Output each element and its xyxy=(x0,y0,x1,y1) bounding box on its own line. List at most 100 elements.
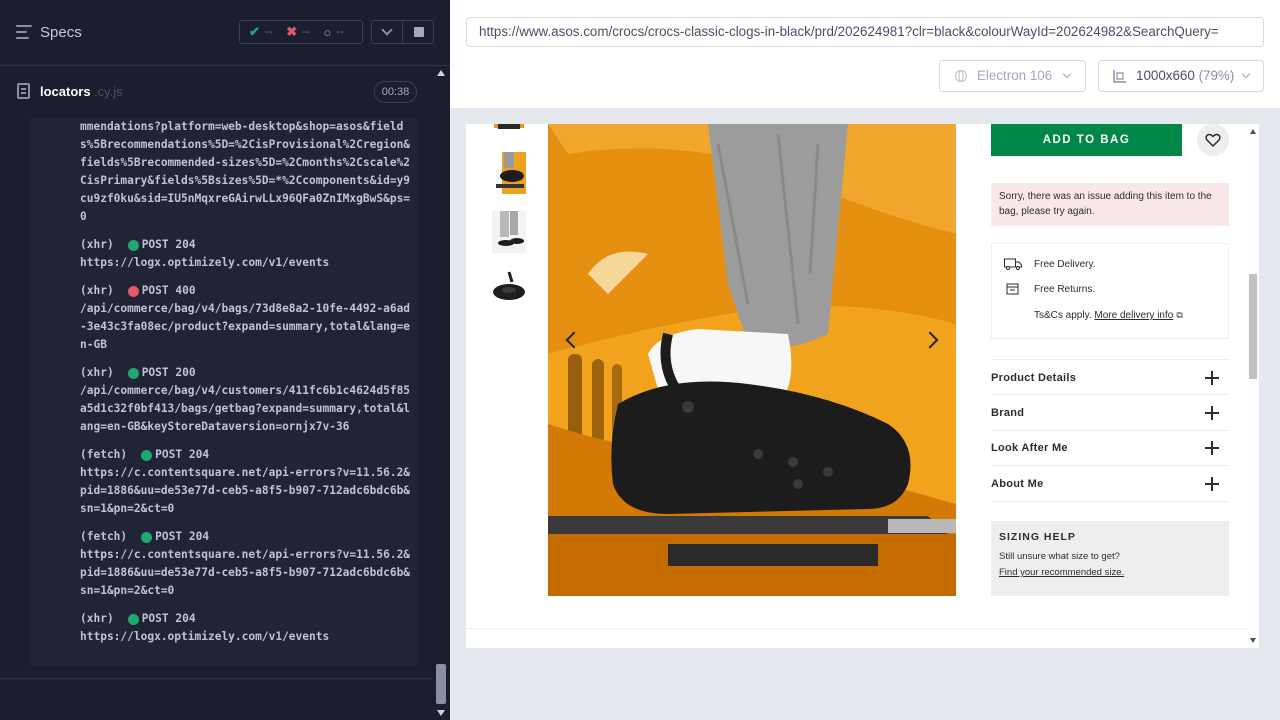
collapse-button[interactable] xyxy=(371,20,403,44)
free-delivery-row: Free Delivery. xyxy=(1004,258,1096,270)
command-log-entry[interactable]: (xhr) POST 204 https://logx.optimizely.com… xyxy=(30,236,417,272)
request-kind: (fetch) xyxy=(80,448,128,461)
status-dot-icon xyxy=(127,285,139,297)
request-method: POST xyxy=(141,612,169,625)
chevron-down-icon xyxy=(1241,69,1251,79)
request-header: (xhr) POST 400 xyxy=(80,282,413,300)
plus-icon xyxy=(1205,477,1219,491)
add-to-bag-error: Sorry, there was an issue adding this it… xyxy=(991,183,1229,226)
thumbnail-image[interactable] xyxy=(492,152,526,194)
spec-file-name: locators xyxy=(40,84,91,99)
chevron-down-icon xyxy=(381,24,393,36)
truck-icon xyxy=(1004,258,1022,270)
scroll-down-icon[interactable] xyxy=(437,710,445,716)
viewport-selector[interactable]: 1000x660 (79%) xyxy=(1098,60,1264,92)
command-log[interactable]: mmendations?platform=web-desktop&shop=as… xyxy=(30,118,417,666)
status-dot-icon xyxy=(127,613,139,625)
reporter-divider xyxy=(0,678,433,679)
command-log-entry[interactable]: mmendations?platform=web-desktop&shop=as… xyxy=(30,118,417,226)
thumbnail-image[interactable] xyxy=(492,270,526,312)
add-to-bag-button[interactable]: ADD TO BAG xyxy=(991,124,1182,156)
command-log-entry[interactable]: (xhr) POST 200/api/commerce/bag/v4/custom… xyxy=(30,364,417,436)
sizing-help-box: SIZING HELP Still unsure what size to ge… xyxy=(991,521,1229,596)
request-method: POST xyxy=(141,366,169,379)
failed-stat: ✖ -- xyxy=(286,24,310,39)
aut-scrollbar[interactable] xyxy=(1247,124,1259,648)
passed-stat: ✔ -- xyxy=(249,24,273,39)
pending-icon: ○ xyxy=(323,24,332,40)
request-status: 400 xyxy=(175,284,196,297)
plus-icon xyxy=(1205,441,1219,455)
request-url: https://logx.optimizely.com/v1/events xyxy=(80,630,330,643)
request-kind: (xhr) xyxy=(80,238,114,251)
command-log-list: mmendations?platform=web-desktop&shop=as… xyxy=(30,118,417,656)
find-size-link[interactable]: Find your recommended size. xyxy=(999,565,1221,581)
browser-name: Electron 106 xyxy=(977,68,1053,83)
thumbnail-image[interactable] xyxy=(492,124,526,136)
free-returns-row: Free Returns. xyxy=(1004,283,1095,295)
chevron-down-icon xyxy=(1062,69,1072,79)
scroll-down-icon[interactable] xyxy=(1250,638,1256,643)
viewport-size: 1000x660 xyxy=(1136,68,1195,83)
delivery-info-box: Free Delivery. Free Returns. Ts&Cs apply… xyxy=(991,243,1229,339)
command-log-entry[interactable]: (xhr) POST 204 https://logx.optimizely.com… xyxy=(30,610,417,646)
returns-icon xyxy=(1006,283,1019,295)
request-method: POST xyxy=(141,238,169,251)
accordion-brand[interactable]: Brand xyxy=(991,395,1229,431)
command-log-entry[interactable]: (xhr) POST 400/api/commerce/bag/v4/bags/7… xyxy=(30,282,417,354)
product-image[interactable] xyxy=(548,124,956,596)
save-for-later-button[interactable] xyxy=(1197,124,1229,156)
stop-icon xyxy=(414,27,424,37)
heart-icon xyxy=(1205,133,1221,148)
app-under-test: ADD TO BAG Sorry, there was an issue add… xyxy=(466,124,1259,648)
plus-icon xyxy=(1205,371,1219,385)
accordion-product-details[interactable]: Product Details xyxy=(991,359,1229,395)
request-header: (xhr) POST 200 xyxy=(80,364,413,382)
request-url: https://c.contentsquare.net/api-errors?v… xyxy=(80,466,411,515)
aut-header: https://www.asos.com/crocs/crocs-classic… xyxy=(450,0,1280,108)
request-status: 204 xyxy=(188,448,210,461)
request-header: (xhr) POST 204 xyxy=(80,610,413,628)
specs-label[interactable]: Specs xyxy=(40,24,82,41)
request-method: POST xyxy=(155,448,183,461)
more-delivery-info-link[interactable]: More delivery info xyxy=(1094,310,1173,321)
url-bar[interactable]: https://www.asos.com/crocs/crocs-classic… xyxy=(466,17,1264,47)
scroll-up-icon[interactable] xyxy=(1250,129,1256,134)
spec-file-row[interactable]: locators .cy.js 00:38 xyxy=(0,66,432,118)
test-stats: ✔ -- ✖ -- ○ -- xyxy=(239,20,363,44)
scroll-up-icon[interactable] xyxy=(437,70,445,76)
file-icon xyxy=(17,83,30,99)
status-dot-icon xyxy=(127,239,139,251)
browser-selector[interactable]: Electron 106 xyxy=(939,60,1086,92)
request-status: 204 xyxy=(175,612,196,625)
reporter-header: Specs ✔ -- ✖ -- ○ -- xyxy=(0,0,450,66)
specs-menu-icon[interactable] xyxy=(16,25,32,39)
thumbnail-image[interactable] xyxy=(492,211,526,253)
request-url: https://logx.optimizely.com/v1/events xyxy=(80,256,330,269)
request-status: 204 xyxy=(175,238,196,251)
status-dot-icon xyxy=(127,367,139,379)
request-url: /api/commerce/bag/v4/customers/411fc6b1c… xyxy=(80,384,411,433)
request-url: /api/commerce/bag/v4/bags/73d8e8a2-10fe-… xyxy=(80,302,411,351)
request-kind: (fetch) xyxy=(80,530,128,543)
request-url: https://c.contentsquare.net/api-errors?v… xyxy=(80,548,411,597)
pending-stat: ○ -- xyxy=(323,24,344,40)
stop-button[interactable] xyxy=(402,20,434,44)
command-log-entry[interactable]: (fetch) POST 204 https://c.contentsquare.n… xyxy=(30,528,417,600)
reporter-scrollbar[interactable] xyxy=(433,66,450,720)
scroll-thumb[interactable] xyxy=(436,664,446,704)
accordion-look-after-me[interactable]: Look After Me xyxy=(991,430,1229,466)
divider xyxy=(466,628,1259,629)
command-log-entry[interactable]: (fetch) POST 204 https://c.contentsquare.n… xyxy=(30,446,417,518)
request-method: POST xyxy=(155,530,183,543)
request-header: (fetch) POST 204 xyxy=(80,446,413,464)
accordion-about-me[interactable]: About Me xyxy=(991,466,1229,502)
request-header: (xhr) POST 204 xyxy=(80,236,413,254)
scroll-thumb[interactable] xyxy=(1249,274,1257,379)
request-header: (fetch) POST 204 xyxy=(80,528,413,546)
status-dot-icon xyxy=(141,449,153,461)
request-method: POST xyxy=(141,284,169,297)
request-kind: (xhr) xyxy=(80,612,114,625)
terms-row: Ts&Cs apply. More delivery info ⧉ xyxy=(1034,310,1183,321)
cross-icon: ✖ xyxy=(286,24,298,39)
